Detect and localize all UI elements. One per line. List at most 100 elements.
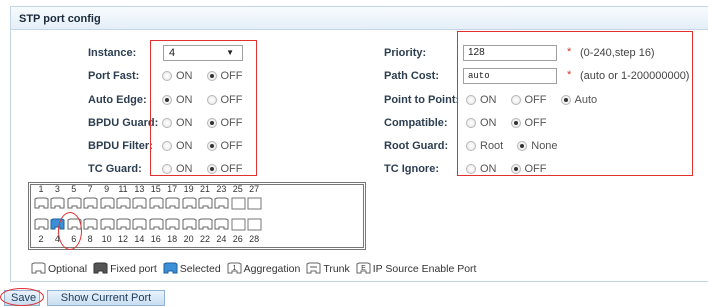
port-18[interactable] [165, 218, 180, 231]
port-28[interactable] [247, 218, 262, 231]
panel-header: STP port config [10, 6, 708, 30]
point-to-point-label: Point to Point: [384, 94, 460, 106]
port-number-label: 18 [167, 234, 178, 244]
port-shape [198, 218, 213, 230]
port-sfp-shape [231, 197, 246, 210]
port-shape [165, 218, 180, 230]
port-21[interactable] [198, 197, 213, 210]
port-shape [116, 197, 131, 209]
port-number-label: 3 [54, 184, 60, 194]
port-number-label: 11 [118, 184, 128, 194]
port-24[interactable] [214, 218, 229, 231]
port-number-label: 21 [199, 184, 210, 194]
save-button-highlight [0, 288, 44, 306]
bpdu-filter-label: BPDU Filter: [88, 140, 153, 152]
trunk-port-icon [306, 262, 321, 274]
port-13[interactable] [132, 197, 147, 210]
selected-port-icon [163, 262, 178, 274]
port-number-label: 23 [216, 184, 227, 194]
port-number-label: 13 [134, 184, 145, 194]
port-number-label: 12 [117, 234, 128, 244]
port-number-label: 25 [232, 184, 243, 194]
port-number-label: 17 [167, 184, 178, 194]
port-number-label: 5 [71, 184, 77, 194]
port-number-label: 24 [216, 234, 227, 244]
ip-source-port-icon: E [356, 262, 371, 274]
legend-selected: Selected [163, 262, 221, 275]
show-current-port-button[interactable]: Show Current Port [47, 290, 165, 306]
port-number-label: 22 [199, 234, 210, 244]
port-shape [132, 218, 147, 230]
port-12[interactable] [116, 218, 131, 231]
optional-port-icon [31, 262, 46, 274]
port-15[interactable] [149, 197, 164, 210]
port-2[interactable] [34, 218, 49, 231]
legend-fixed: Fixed port [93, 262, 157, 275]
selected-port-highlight [58, 212, 82, 250]
port-shape [149, 218, 164, 230]
port-shape [149, 197, 164, 209]
port-shape [83, 218, 98, 230]
port-shape [214, 197, 229, 209]
port-shape [165, 197, 180, 209]
port-number-label: 2 [38, 234, 44, 244]
aggregation-port-icon: 1 [227, 262, 242, 274]
port-shape [67, 197, 82, 209]
right-options-highlight [457, 31, 693, 176]
port-fast-label: Port Fast: [88, 70, 140, 82]
legend-optional: Optional [31, 262, 87, 275]
port-number-label: 27 [249, 184, 260, 194]
port-shape [182, 197, 197, 209]
port-23[interactable] [214, 197, 229, 210]
port-26[interactable] [231, 218, 246, 231]
port-8[interactable] [83, 218, 98, 231]
bpdu-guard-label: BPDU Guard: [88, 117, 159, 129]
port-number-label: 1 [38, 184, 44, 194]
port-number-label: 26 [232, 234, 243, 244]
port-3[interactable] [50, 197, 65, 210]
port-22[interactable] [198, 218, 213, 231]
port-17[interactable] [165, 197, 180, 210]
svg-text:1: 1 [232, 265, 236, 272]
port-sfp-shape [247, 197, 262, 210]
port-7[interactable] [83, 197, 98, 210]
port-number-label: 20 [183, 234, 194, 244]
port-number-label: 19 [183, 184, 194, 194]
port-number-label: 9 [104, 184, 110, 194]
port-number-label: 15 [150, 184, 161, 194]
port-19[interactable] [182, 197, 197, 210]
port-1[interactable] [34, 197, 49, 210]
tc-ignore-label: TC Ignore: [384, 163, 439, 175]
auto-edge-label: Auto Edge: [88, 94, 147, 106]
port-27[interactable] [247, 197, 262, 210]
port-10[interactable] [100, 218, 115, 231]
port-shape [132, 197, 147, 209]
port-20[interactable] [182, 218, 197, 231]
port-shape [34, 218, 49, 230]
path-cost-label: Path Cost: [384, 70, 439, 82]
port-number-label: 10 [101, 234, 112, 244]
port-25[interactable] [231, 197, 246, 210]
port-16[interactable] [149, 218, 164, 231]
priority-label: Priority: [384, 47, 427, 59]
root-guard-label: Root Guard: [384, 140, 449, 152]
svg-text:E: E [361, 265, 366, 272]
port-shape [34, 197, 49, 209]
port-5[interactable] [67, 197, 82, 210]
port-shape [100, 218, 115, 230]
port-9[interactable] [100, 197, 115, 210]
port-11[interactable] [116, 197, 131, 210]
port-sfp-shape [231, 218, 246, 231]
port-shape [214, 218, 229, 230]
port-number-label: 16 [150, 234, 161, 244]
port-14[interactable] [132, 218, 147, 231]
legend-aggregation: 1 Aggregation [227, 262, 300, 275]
port-shape [50, 197, 65, 209]
port-legend: Optional Fixed port Selected 1 Aggregati… [31, 262, 482, 275]
fixed-port-icon [93, 262, 108, 274]
legend-ip-source: E IP Source Enable Port [356, 262, 476, 275]
port-shape [116, 218, 131, 230]
port-number-label: 8 [87, 234, 93, 244]
port-shape [198, 197, 213, 209]
panel-title: STP port config [19, 13, 101, 25]
